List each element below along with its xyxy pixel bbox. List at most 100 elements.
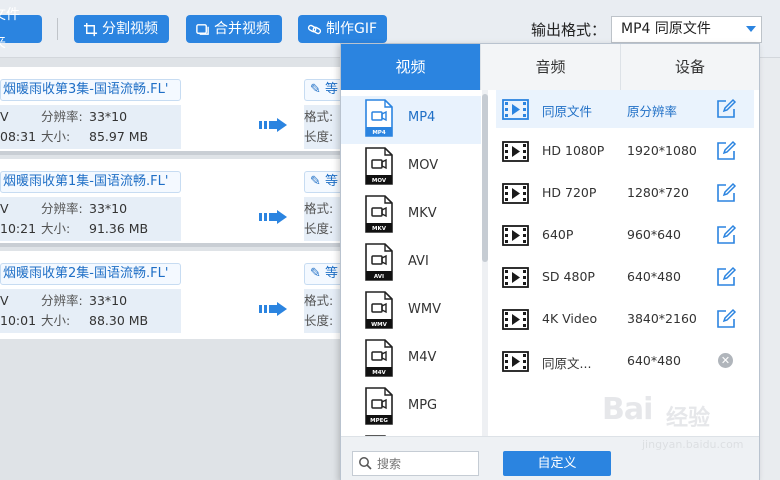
format-name: MPG <box>408 398 438 413</box>
quality-name: 640P <box>542 227 574 242</box>
edit-icon[interactable] <box>715 308 737 330</box>
output-format-label: 格式: <box>304 201 334 216</box>
video-file-icon: MP4 <box>365 99 393 137</box>
size-label: 大小: <box>41 221 71 236</box>
tab-audio[interactable]: 音频 <box>481 44 621 90</box>
resolution-value: 33*10 <box>89 293 128 308</box>
convert-arrow-icon <box>259 210 287 224</box>
resolution-value: 33*10 <box>89 109 128 124</box>
baidu-watermark: Bai 经验 jingyan.baidu.com <box>602 392 772 467</box>
edit-icon[interactable] <box>715 182 737 204</box>
quality-item[interactable]: SD 480P 640*480 <box>496 258 754 296</box>
file-name[interactable]: 烟暖雨收第2集-国语流畅.FL' <box>0 263 181 285</box>
output-settings-button[interactable]: ✎ 等 <box>304 171 340 193</box>
quality-item[interactable]: HD 720P 1280*720 <box>496 174 754 212</box>
row-divider <box>0 243 340 247</box>
output-format-label: 输出格式： <box>531 21 607 39</box>
format-name: MOV <box>408 158 439 173</box>
file-name[interactable]: 烟暖雨收第3集-国语流畅.FL' <box>0 79 181 101</box>
format-item[interactable]: WMV WMV <box>341 288 481 336</box>
quality-item[interactable]: 同原文... 640*480 ✕ <box>496 342 754 380</box>
quality-item[interactable]: 4K Video 3840*2160 <box>496 300 754 338</box>
svg-text:MOV: MOV <box>372 178 387 184</box>
convert-arrow-icon <box>259 118 287 132</box>
output-format-label: 格式: <box>304 109 334 124</box>
output-settings-button[interactable]: ✎ 等 <box>304 263 340 285</box>
quality-item[interactable]: HD 1080P 1920*1080 <box>496 132 754 170</box>
format-name: MKV <box>408 206 437 221</box>
video-file-icon: M4V <box>365 339 393 377</box>
output-settings-button[interactable]: ✎ 等 <box>304 79 340 101</box>
output-length-label: 长度: <box>304 313 334 328</box>
edit-icon[interactable] <box>715 98 737 120</box>
tab-device[interactable]: 设备 <box>621 44 759 90</box>
search-icon <box>359 457 372 470</box>
resolution-label: 分辨率: <box>41 201 83 216</box>
video-file-icon: AVI <box>365 243 393 281</box>
quality-resolution: 3840*2160 <box>627 311 697 326</box>
resolution-label: 分辨率: <box>41 109 83 124</box>
tab-video[interactable]: 视频 <box>341 44 481 90</box>
file-name[interactable]: 烟暖雨收第1集-国语流畅.FL' <box>0 171 181 193</box>
quality-list: 同原文件 原分辨率 HD 1080P 1920*1080 HD 720P 1280*720… <box>488 90 759 436</box>
crop-icon <box>83 22 98 36</box>
file-duration: 08:31 <box>0 129 37 144</box>
file-item[interactable]: 烟暖雨收第1集-国语流畅.FL' V 10:21 分辨率: 33*10 大小: … <box>0 159 340 247</box>
quality-resolution: 原分辨率 <box>627 104 678 119</box>
file-format-value: V <box>0 293 9 308</box>
video-file-icon: MPEG <box>365 387 393 425</box>
make-gif-button[interactable]: 制作GIF <box>298 15 387 43</box>
open-folder-button[interactable]: 文件夹 <box>0 7 42 51</box>
edit-icon[interactable] <box>715 140 737 162</box>
split-video-button[interactable]: 分割视频 <box>74 15 169 43</box>
film-icon <box>502 351 529 372</box>
quality-resolution: 1920*1080 <box>627 143 697 158</box>
film-icon <box>502 309 529 330</box>
quality-resolution: 1280*720 <box>627 185 689 200</box>
format-name: WMV <box>408 302 441 317</box>
edit-icon[interactable] <box>715 224 737 246</box>
custom-button[interactable]: 自定义 <box>503 451 611 476</box>
format-name: M4V <box>408 350 437 365</box>
quality-item[interactable]: 640P 960*640 <box>496 216 754 254</box>
quality-resolution: 640*480 <box>627 353 681 368</box>
file-item[interactable]: 烟暖雨收第2集-国语流畅.FL' V 10:01 分辨率: 33*10 大小: … <box>0 251 340 339</box>
file-item[interactable]: 烟暖雨收第3集-国语流畅.FL' V 08:31 分辨率: 33*10 大小: … <box>0 67 340 155</box>
format-item[interactable]: MP4 MP4 <box>341 96 481 144</box>
convert-arrow-icon <box>259 302 287 316</box>
format-name: AVI <box>408 254 429 269</box>
link-icon <box>307 24 322 34</box>
format-item[interactable]: MPEG MPG <box>341 384 481 432</box>
make-gif-label: 制作GIF <box>326 21 378 37</box>
format-item[interactable]: M4V M4V <box>341 336 481 384</box>
film-icon <box>502 99 529 120</box>
size-label: 大小: <box>41 313 71 328</box>
film-icon <box>502 141 529 162</box>
output-meta: 格式: 长度: <box>304 289 340 333</box>
size-label: 大小: <box>41 129 71 144</box>
format-item[interactable]: AVI AVI <box>341 240 481 288</box>
format-item[interactable]: MKV MKV <box>341 192 481 240</box>
output-format-select[interactable]: MP4 同原文件 <box>611 16 762 43</box>
edit-icon[interactable] <box>715 266 737 288</box>
video-file-icon: WMV <box>365 291 393 329</box>
format-list: MP4 MP4 MOV MOV MKV MKV AVI AVI WMV WMV M4V M4V MPEG… <box>341 90 486 436</box>
file-duration: 10:21 <box>0 221 37 236</box>
split-video-label: 分割视频 <box>102 21 158 37</box>
quality-resolution: 640*480 <box>627 269 681 284</box>
file-meta: V 10:01 分辨率: 33*10 大小: 88.30 MB <box>0 289 181 333</box>
output-length-label: 长度: <box>304 129 334 144</box>
output-settings-label: 等 <box>325 174 339 189</box>
delete-icon[interactable]: ✕ <box>718 353 733 368</box>
quality-name: 同原文... <box>542 356 592 371</box>
quality-item[interactable]: 同原文件 原分辨率 <box>496 90 754 128</box>
quality-name: SD 480P <box>542 269 595 284</box>
size-value: 91.36 MB <box>89 221 149 236</box>
svg-text:MKV: MKV <box>372 226 387 232</box>
output-length-label: 长度: <box>304 221 334 236</box>
quality-name: HD 720P <box>542 185 597 200</box>
file-format-value: V <box>0 201 9 216</box>
merge-video-button[interactable]: 合并视频 <box>186 15 282 43</box>
format-item[interactable]: MOV MOV <box>341 144 481 192</box>
toolbar-divider <box>57 18 58 40</box>
